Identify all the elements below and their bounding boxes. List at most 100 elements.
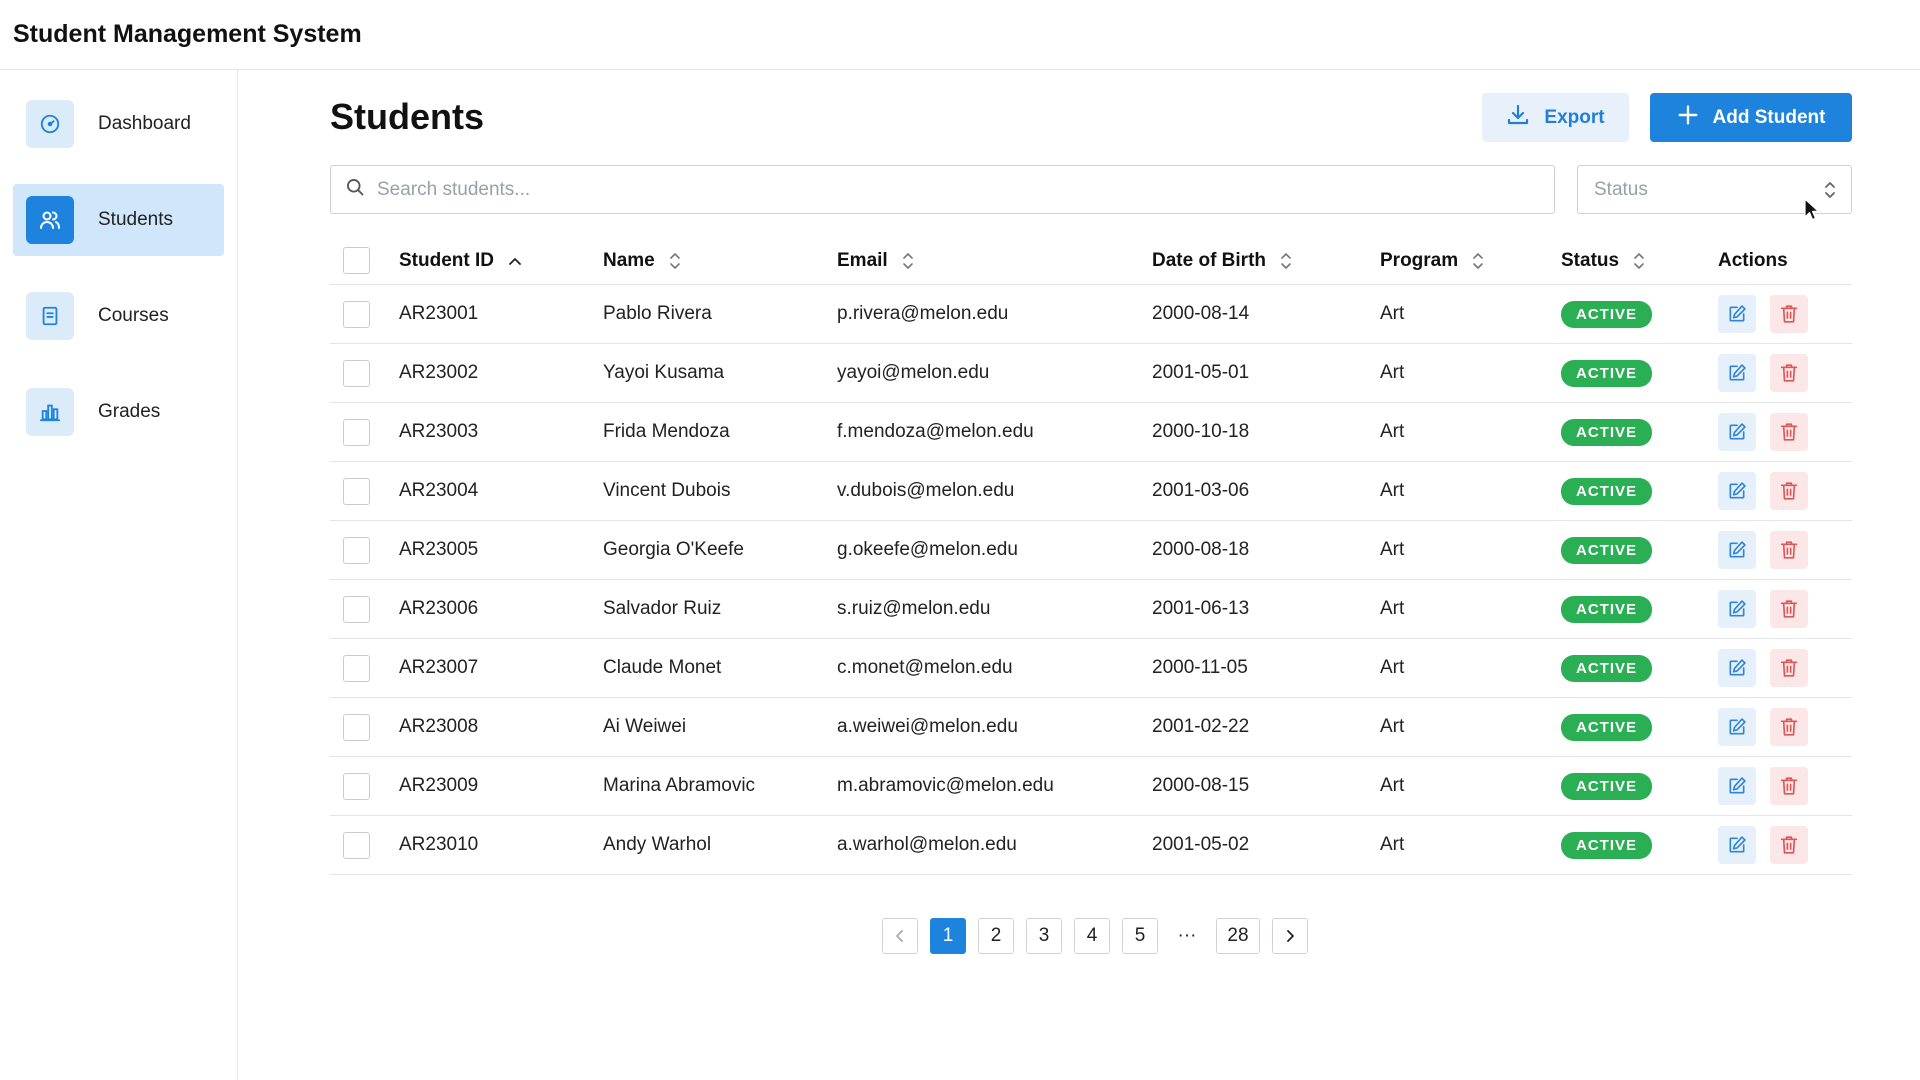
edit-button[interactable] — [1718, 531, 1756, 569]
sort-icon[interactable] — [1280, 252, 1292, 270]
row-checkbox[interactable] — [343, 536, 370, 564]
page-button-5[interactable]: 5 — [1122, 918, 1158, 954]
column-header-name[interactable]: Name — [603, 237, 681, 284]
row-checkbox[interactable] — [343, 713, 370, 741]
row-checkbox[interactable] — [343, 359, 370, 387]
cell-email: a.warhol@melon.edu — [837, 834, 1017, 855]
trash-icon — [1780, 717, 1798, 737]
delete-button[interactable] — [1770, 413, 1808, 451]
status-badge: ACTIVE — [1561, 477, 1653, 505]
edit-icon — [1727, 776, 1747, 796]
page-button-2[interactable]: 2 — [978, 918, 1014, 954]
sort-icon[interactable] — [902, 252, 914, 270]
table-body: AR23001 Pablo Rivera p.rivera@melon.edu 200… — [330, 285, 1852, 875]
edit-button[interactable] — [1718, 472, 1756, 510]
column-header-program[interactable]: Program — [1380, 237, 1484, 284]
cell-program: Art — [1380, 775, 1405, 796]
cell-name: Vincent Dubois — [603, 480, 731, 501]
page-button-4[interactable]: 4 — [1074, 918, 1110, 954]
sort-ascending-icon[interactable] — [508, 256, 522, 266]
row-checkbox[interactable] — [343, 477, 370, 505]
sidebar: Dashboard Students Courses Grades — [0, 70, 238, 1080]
trash-icon — [1780, 481, 1798, 501]
sidebar-item-grades[interactable]: Grades — [13, 376, 224, 448]
sort-icon[interactable] — [669, 252, 681, 270]
cell-name: Pablo Rivera — [603, 303, 712, 324]
column-header-status[interactable]: Status — [1561, 237, 1645, 284]
cell-name: Andy Warhol — [603, 834, 712, 855]
delete-button[interactable] — [1770, 649, 1808, 687]
cell-student-id: AR23004 — [399, 480, 479, 501]
row-checkbox[interactable] — [343, 654, 370, 682]
edit-icon — [1727, 599, 1747, 619]
edit-button[interactable] — [1718, 767, 1756, 805]
cell-email: m.abramovic@melon.edu — [837, 775, 1054, 796]
cell-name: Ai Weiwei — [603, 716, 687, 737]
sidebar-item-courses[interactable]: Courses — [13, 280, 224, 352]
row-checkbox[interactable] — [343, 595, 370, 623]
search-box[interactable] — [330, 165, 1555, 214]
cell-dob: 2000-08-14 — [1152, 303, 1250, 324]
column-label: Program — [1380, 249, 1459, 271]
cell-email: g.okeefe@melon.edu — [837, 539, 1018, 560]
trash-icon — [1780, 835, 1798, 855]
cell-name: Georgia O'Keefe — [603, 539, 744, 560]
edit-button[interactable] — [1718, 413, 1756, 451]
status-filter-placeholder: Status — [1594, 178, 1648, 200]
cell-student-id: AR23001 — [399, 303, 479, 324]
edit-button[interactable] — [1718, 708, 1756, 746]
delete-button[interactable] — [1770, 472, 1808, 510]
column-header-dob[interactable]: Date of Birth — [1152, 237, 1292, 284]
sort-icon[interactable] — [1633, 252, 1645, 270]
delete-button[interactable] — [1770, 767, 1808, 805]
cell-student-id: AR23010 — [399, 834, 479, 855]
book-icon — [26, 292, 74, 340]
row-checkbox[interactable] — [343, 418, 370, 446]
row-checkbox[interactable] — [343, 300, 370, 328]
edit-button[interactable] — [1718, 354, 1756, 392]
prev-page-button[interactable] — [882, 918, 918, 954]
sort-icon[interactable] — [1472, 252, 1484, 270]
next-page-button[interactable] — [1272, 918, 1308, 954]
row-checkbox[interactable] — [343, 772, 370, 800]
delete-button[interactable] — [1770, 531, 1808, 569]
add-student-button[interactable]: Add Student — [1650, 93, 1852, 142]
cell-program: Art — [1380, 421, 1405, 442]
top-bar: Student Management System — [0, 0, 1920, 70]
delete-button[interactable] — [1770, 590, 1808, 628]
select-all-checkbox[interactable] — [343, 247, 370, 274]
column-label: Actions — [1718, 249, 1788, 271]
page-button-last[interactable]: 28 — [1216, 918, 1260, 954]
delete-button[interactable] — [1770, 826, 1808, 864]
edit-button[interactable] — [1718, 590, 1756, 628]
status-badge: ACTIVE — [1561, 831, 1653, 859]
trash-icon — [1780, 599, 1798, 619]
sidebar-item-dashboard[interactable]: Dashboard — [13, 88, 224, 160]
edit-button[interactable] — [1718, 649, 1756, 687]
sidebar-item-students[interactable]: Students — [13, 184, 224, 256]
table-row: AR23003 Frida Mendoza f.mendoza@melon.edu 2… — [330, 403, 1852, 462]
cell-dob: 2001-05-01 — [1152, 362, 1250, 383]
delete-button[interactable] — [1770, 708, 1808, 746]
page-button-3[interactable]: 3 — [1026, 918, 1062, 954]
export-button[interactable]: Export — [1482, 93, 1629, 142]
row-checkbox[interactable] — [343, 831, 370, 859]
column-header-email[interactable]: Email — [837, 237, 914, 284]
gauge-icon — [26, 100, 74, 148]
trash-icon — [1780, 422, 1798, 442]
cell-email: c.monet@melon.edu — [837, 657, 1013, 678]
cell-name: Frida Mendoza — [603, 421, 730, 442]
table-row: AR23008 Ai Weiwei a.weiwei@melon.edu 2001-0… — [330, 698, 1852, 757]
delete-button[interactable] — [1770, 295, 1808, 333]
cell-program: Art — [1380, 657, 1405, 678]
table-row: AR23006 Salvador Ruiz s.ruiz@melon.edu 2001… — [330, 580, 1852, 639]
delete-button[interactable] — [1770, 354, 1808, 392]
search-input[interactable] — [377, 178, 1527, 201]
edit-icon — [1727, 304, 1747, 324]
cell-name: Yayoi Kusama — [603, 362, 725, 383]
table-row: AR23007 Claude Monet c.monet@melon.edu 2000… — [330, 639, 1852, 698]
column-header-student-id[interactable]: Student ID — [399, 237, 522, 284]
page-button-1[interactable]: 1 — [930, 918, 966, 954]
edit-button[interactable] — [1718, 826, 1756, 864]
edit-button[interactable] — [1718, 295, 1756, 333]
